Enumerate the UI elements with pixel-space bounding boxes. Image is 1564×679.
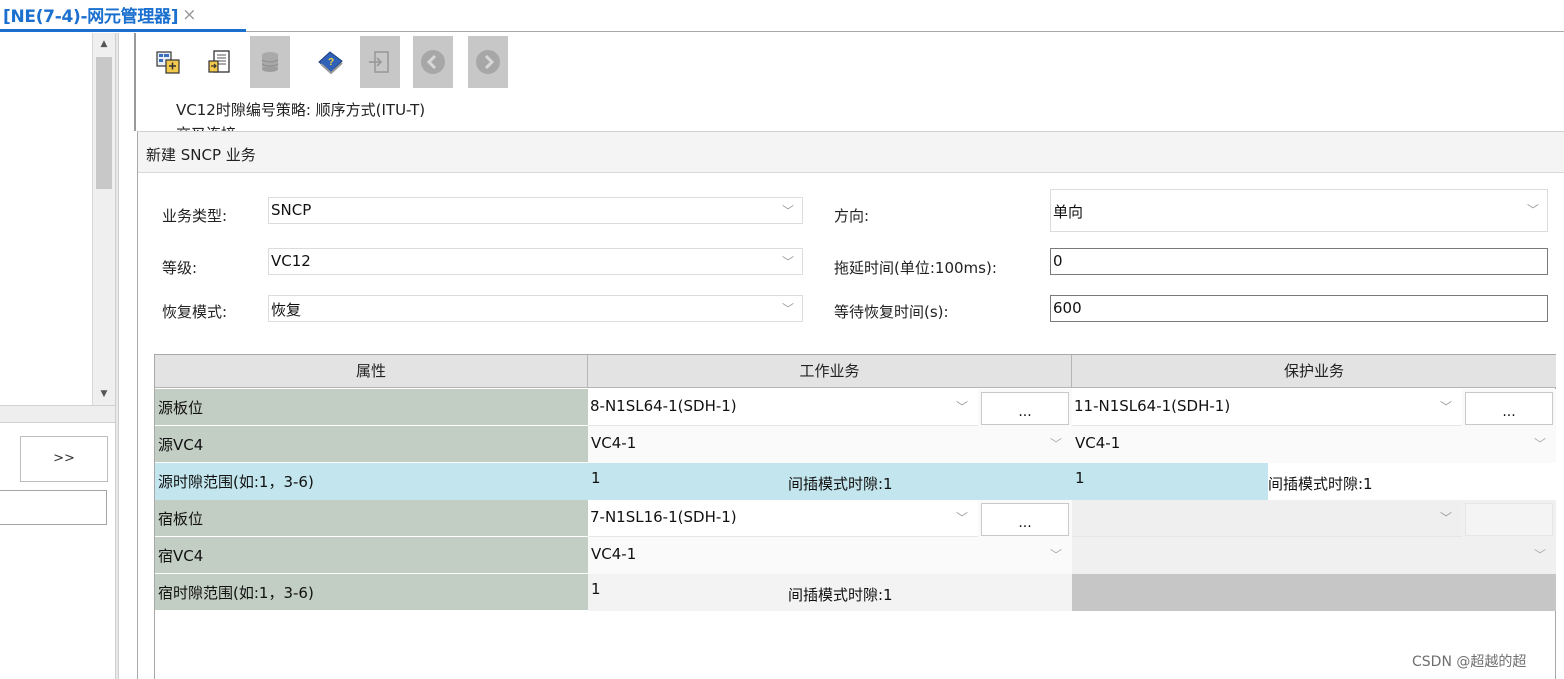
header-attribute: 属性 xyxy=(155,355,588,388)
table-row-attr: 宿VC4 xyxy=(155,537,588,574)
help-book-icon[interactable]: ? xyxy=(310,36,350,88)
forward-icon xyxy=(468,36,508,88)
svg-text:?: ? xyxy=(328,57,334,68)
table-cell-prot: 11-N1SL64-1(SDH-1) ﹀ ... xyxy=(1072,389,1556,426)
left-search-input[interactable] xyxy=(0,490,107,525)
database-icon xyxy=(250,36,290,88)
back-icon xyxy=(413,36,453,88)
level-label: 等级: xyxy=(162,259,198,277)
scroll-thumb[interactable] xyxy=(96,57,112,189)
source-vc4-prot-select[interactable]: VC4-1 ﹀ xyxy=(1072,426,1556,463)
table-row-attr: 源板位 xyxy=(155,389,588,426)
source-board-prot-select[interactable]: 11-N1SL64-1(SDH-1) ﹀ xyxy=(1072,389,1462,426)
source-board-work-browse-button[interactable]: ... xyxy=(981,392,1069,425)
revert-mode-value: 恢复 xyxy=(271,301,302,319)
tab-title: [NE(7-4)-网元管理器] xyxy=(3,7,179,27)
sink-timeslot-work-input[interactable]: 1 间插模式时隙:1 xyxy=(588,574,1072,611)
chevron-down-icon: ﹀ xyxy=(1049,437,1062,451)
scroll-up-icon[interactable]: ▲ xyxy=(93,35,115,53)
cross-connect-text: 交叉连接 xyxy=(176,123,236,131)
table-cell-work: 7-N1SL16-1(SDH-1) ﹀ ... xyxy=(588,500,1072,537)
delay-time-label: 拖延时间(单位:100ms): xyxy=(834,259,997,277)
tab-bar: [NE(7-4)-网元管理器] × xyxy=(0,0,1564,32)
delay-time-input[interactable]: 0 xyxy=(1050,248,1548,275)
table-cell-prot: ﹀ xyxy=(1072,500,1556,537)
source-vc4-work-select[interactable]: VC4-1 ﹀ xyxy=(588,426,1072,463)
direction-label: 方向: xyxy=(834,207,870,225)
chevron-down-icon: ﹀ xyxy=(1526,203,1539,217)
chevron-down-icon: ﹀ xyxy=(781,255,794,269)
toolbar: ? xyxy=(134,33,1564,91)
sink-vc4-prot-select: ﹀ xyxy=(1072,537,1556,574)
source-timeslot-prot-input[interactable]: 1 间插模式时隙:1 xyxy=(1072,463,1556,500)
service-type-select[interactable]: SNCP ﹀ xyxy=(268,197,803,224)
service-type-value: SNCP xyxy=(271,201,312,219)
close-icon[interactable]: × xyxy=(182,5,196,25)
chevron-down-icon: ﹀ xyxy=(1533,437,1546,451)
chevron-down-icon: ﹀ xyxy=(1049,548,1062,562)
source-board-prot-browse-button[interactable]: ... xyxy=(1465,392,1553,425)
chevron-down-icon: ﹀ xyxy=(1439,400,1452,414)
login-icon xyxy=(360,36,400,88)
direction-value: 单向 xyxy=(1053,203,1084,221)
tab-ne-manager[interactable]: [NE(7-4)-网元管理器] × xyxy=(0,0,246,32)
scroll-down-icon[interactable]: ▼ xyxy=(93,385,115,403)
table-row-attr: 宿板位 xyxy=(155,500,588,537)
sink-board-prot-select: ﹀ xyxy=(1072,500,1462,537)
config-icon[interactable] xyxy=(148,36,188,88)
sink-timeslot-prot-input xyxy=(1072,574,1556,611)
level-value: VC12 xyxy=(271,252,311,270)
watermark: CSDN @超越的超 xyxy=(1412,654,1527,670)
header-protection: 保护业务 xyxy=(1072,355,1556,388)
chevron-down-icon: ﹀ xyxy=(1533,548,1546,562)
source-board-work-select[interactable]: 8-N1SL64-1(SDH-1) ﹀ xyxy=(588,389,978,426)
direction-select[interactable]: 单向 ﹀ xyxy=(1050,189,1548,232)
info-area: VC12时隙编号策略: 顺序方式(ITU-T) 交叉连接 xyxy=(134,91,1564,131)
source-timeslot-work-input[interactable]: 1 间插模式时隙:1 xyxy=(588,463,1072,500)
table-cell-work: 8-N1SL64-1(SDH-1) ﹀ ... xyxy=(588,389,1072,426)
left-splitter[interactable] xyxy=(0,405,115,423)
chevron-down-icon: ﹀ xyxy=(1439,511,1452,525)
dialog-title-bar: 新建 SNCP 业务 xyxy=(138,132,1564,173)
vc12-numbering-text: VC12时隙编号策略: 顺序方式(ITU-T) xyxy=(176,101,426,119)
level-select[interactable]: VC12 ﹀ xyxy=(268,248,803,275)
sink-board-work-browse-button[interactable]: ... xyxy=(981,503,1069,536)
chevron-down-icon: ﹀ xyxy=(955,511,968,525)
sink-vc4-work-select[interactable]: VC4-1 ﹀ xyxy=(588,537,1072,574)
sink-board-work-select[interactable]: 7-N1SL16-1(SDH-1) ﹀ xyxy=(588,500,978,537)
left-scrollbar[interactable]: ▲ ▼ xyxy=(92,33,115,405)
chevron-down-icon: ﹀ xyxy=(955,400,968,414)
expand-button[interactable]: >> xyxy=(20,436,108,482)
revert-mode-label: 恢复模式: xyxy=(162,303,228,321)
revert-mode-select[interactable]: 恢复 ﹀ xyxy=(268,295,803,322)
sink-board-prot-browse-button xyxy=(1465,503,1553,536)
dialog-title: 新建 SNCP 业务 xyxy=(146,146,256,164)
header-working: 工作业务 xyxy=(588,355,1072,388)
export-icon[interactable] xyxy=(200,36,240,88)
wtr-input[interactable]: 600 xyxy=(1050,295,1548,322)
wtr-label: 等待恢复时间(s): xyxy=(834,303,949,321)
delay-time-value: 0 xyxy=(1053,252,1063,270)
service-type-label: 业务类型: xyxy=(162,207,228,225)
wtr-value: 600 xyxy=(1053,299,1082,317)
sncp-table: 属性 工作业务 保护业务 源板位 8-N1SL64-1(SDH-1) ﹀ ... … xyxy=(154,354,1556,679)
table-row-attr: 源时隙范围(如:1，3-6) xyxy=(155,463,588,500)
chevron-down-icon: ﹀ xyxy=(781,302,794,316)
table-row-attr: 宿时隙范围(如:1，3-6) xyxy=(155,574,588,611)
chevron-down-icon: ﹀ xyxy=(781,204,794,218)
pane-splitter[interactable] xyxy=(115,33,119,679)
table-row-attr: 源VC4 xyxy=(155,426,588,463)
